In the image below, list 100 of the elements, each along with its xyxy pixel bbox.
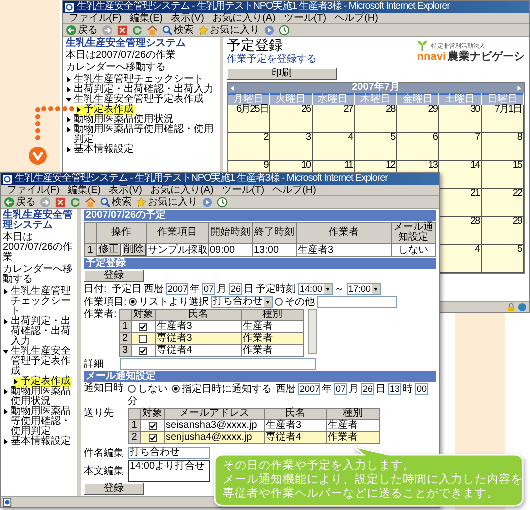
calendar-link[interactable]: カレンダーへ移動する xyxy=(3,265,75,285)
print-button[interactable]: 印刷 xyxy=(227,68,337,80)
home-button[interactable] xyxy=(147,24,158,36)
tree-item[interactable]: 生乳生産管理チェックシート xyxy=(66,75,217,85)
refresh-button[interactable] xyxy=(70,196,81,208)
tree-item[interactable]: 生乳生産管理チェックシート xyxy=(3,287,75,317)
tree-item[interactable]: 動物用医薬品等使用確認・使用判定 xyxy=(66,125,217,145)
input-field[interactable]: 13 xyxy=(388,383,401,395)
dropdown[interactable]: 14:00 xyxy=(298,283,333,295)
field-label: 西暦 xyxy=(144,284,164,294)
section-header: 予定登録 xyxy=(84,258,436,269)
menu-item[interactable]: 編集(E) xyxy=(68,184,102,196)
action-button[interactable]: 修正 xyxy=(97,244,121,256)
dropdown[interactable]: 17:00 xyxy=(346,283,382,295)
checkbox[interactable] xyxy=(139,322,148,330)
input-field[interactable]: 26 xyxy=(361,383,374,395)
input-field[interactable]: 07 xyxy=(334,383,347,395)
calendar-link[interactable]: カレンダーへ移動する xyxy=(66,63,166,73)
menu-item[interactable]: ファイル(F) xyxy=(69,12,122,24)
checkbox[interactable] xyxy=(148,422,156,430)
home-button[interactable] xyxy=(85,196,96,208)
browser-icon xyxy=(3,174,12,184)
menu-item[interactable]: 表示(V) xyxy=(109,184,142,196)
callout-text: メール通知機能により、設定した時間に入力した内容を xyxy=(223,473,523,487)
forward-button[interactable] xyxy=(102,24,113,36)
table-row[interactable]: 2 senjusha4@xxxx.jp 専従者4 作業者 xyxy=(128,432,380,444)
tree-item[interactable]: 基本情報設定 xyxy=(3,437,75,447)
back-button[interactable]: 戻る xyxy=(4,196,36,208)
table-cell: 13:00 xyxy=(252,244,296,256)
section-header: 2007/07/26の予定 xyxy=(84,210,436,221)
input-field[interactable]: 07 xyxy=(202,283,215,295)
text-area[interactable]: 14:00より打合せ xyxy=(128,460,210,482)
row-number: 2 xyxy=(128,432,140,444)
tree-item[interactable]: 予定表作成 xyxy=(76,105,135,115)
radio-button[interactable] xyxy=(172,385,180,393)
menu-item[interactable]: ヘルプ(H) xyxy=(334,12,378,24)
input-field[interactable]: 2007 xyxy=(166,283,188,295)
tree-item[interactable]: 出荷判定・出荷確認・出荷入力 xyxy=(3,317,75,347)
input-field[interactable]: 26 xyxy=(229,283,242,295)
row-number: 1 xyxy=(119,320,132,332)
menu-item[interactable]: 表示(V) xyxy=(171,12,204,24)
field-label: 送り先 xyxy=(84,408,115,419)
tree-item[interactable]: 生乳生産安全管理予定表作成 xyxy=(3,347,75,377)
dropdown[interactable]: 打ち合わせ xyxy=(210,296,273,308)
stop-button[interactable] xyxy=(55,196,66,208)
radio-button[interactable] xyxy=(274,298,283,306)
page-link[interactable]: 作業予定を登録する xyxy=(227,54,317,65)
stop-button[interactable] xyxy=(117,24,128,36)
radio-button[interactable] xyxy=(128,385,136,393)
search-button[interactable]: 検索 xyxy=(162,24,194,36)
favorites-button[interactable]: お気に入り xyxy=(198,24,260,36)
page-icon xyxy=(3,498,12,506)
menu-item[interactable]: お気に入り(A) xyxy=(150,184,214,196)
option-label: しない xyxy=(138,384,168,394)
field-label: 日付: xyxy=(84,284,108,294)
table-row[interactable]: 1 seisansha3@xxxx.jp 生産者3 生産者 xyxy=(128,420,380,432)
table-header: 作業者 xyxy=(296,222,392,244)
media-button[interactable] xyxy=(202,196,213,208)
field-label: 予定時刻 xyxy=(256,284,296,294)
table-row[interactable]: 3 専従者4 作業者 xyxy=(119,344,304,356)
input-field[interactable] xyxy=(316,296,397,308)
table-row[interactable]: 1 生産者3 生産者 xyxy=(119,320,304,332)
forward-button[interactable] xyxy=(40,196,51,208)
tree-item[interactable]: 出荷判定・出荷確認・出荷入力 xyxy=(66,85,217,95)
table-row[interactable]: 2 専従者3 作業者 xyxy=(119,332,304,344)
back-button[interactable]: 戻る xyxy=(66,24,98,36)
media-button[interactable] xyxy=(264,24,275,36)
previous-arrow-icon[interactable] xyxy=(229,84,236,92)
checkbox[interactable] xyxy=(139,346,148,354)
logo-text: nnavi xyxy=(417,51,446,63)
checkbox[interactable] xyxy=(148,434,156,442)
menu-item[interactable]: お気に入り(A) xyxy=(212,12,276,24)
next-arrow-icon[interactable] xyxy=(516,84,523,92)
favorites-button[interactable]: お気に入り xyxy=(136,196,198,208)
tree-item[interactable]: 動物用医薬品使用状況 xyxy=(3,387,75,407)
tree-item[interactable]: 動物用医薬品等使用確認・使用判定 xyxy=(3,407,75,437)
radio-button[interactable] xyxy=(128,298,137,306)
menu-item[interactable]: ツール(T) xyxy=(284,12,327,24)
menu-item[interactable]: 編集(E) xyxy=(130,12,164,24)
input-field[interactable] xyxy=(120,358,316,370)
date-note: 本日は2007/07/26の作業 xyxy=(3,233,74,263)
input-field[interactable]: 00 xyxy=(415,383,428,395)
input-field[interactable]: 2007 xyxy=(298,383,320,395)
history-button[interactable] xyxy=(279,24,290,36)
tree-item[interactable]: 動物用医薬品使用状況 xyxy=(66,115,217,125)
tree-item[interactable]: 生乳生産安全管理予定表作成 xyxy=(66,95,217,105)
tree-item[interactable]: 基本情報設定 xyxy=(66,145,217,155)
register-button[interactable]: 登録 xyxy=(84,270,144,282)
menu-item[interactable]: ファイル(F) xyxy=(7,184,60,196)
register-button[interactable]: 登録 xyxy=(84,483,144,495)
checkbox[interactable] xyxy=(139,334,148,342)
tree-item[interactable]: 予定表作成 xyxy=(13,377,72,387)
field-label: 作業項目: xyxy=(84,296,127,308)
table-cell: 専従者4 xyxy=(264,432,326,444)
action-button[interactable]: 削除 xyxy=(122,244,146,256)
input-field[interactable]: 打ち合わせ xyxy=(128,447,210,459)
refresh-button[interactable] xyxy=(132,24,143,36)
history-button[interactable] xyxy=(217,196,228,208)
row-number: 1 xyxy=(84,244,96,256)
search-button[interactable]: 検索 xyxy=(100,196,132,208)
